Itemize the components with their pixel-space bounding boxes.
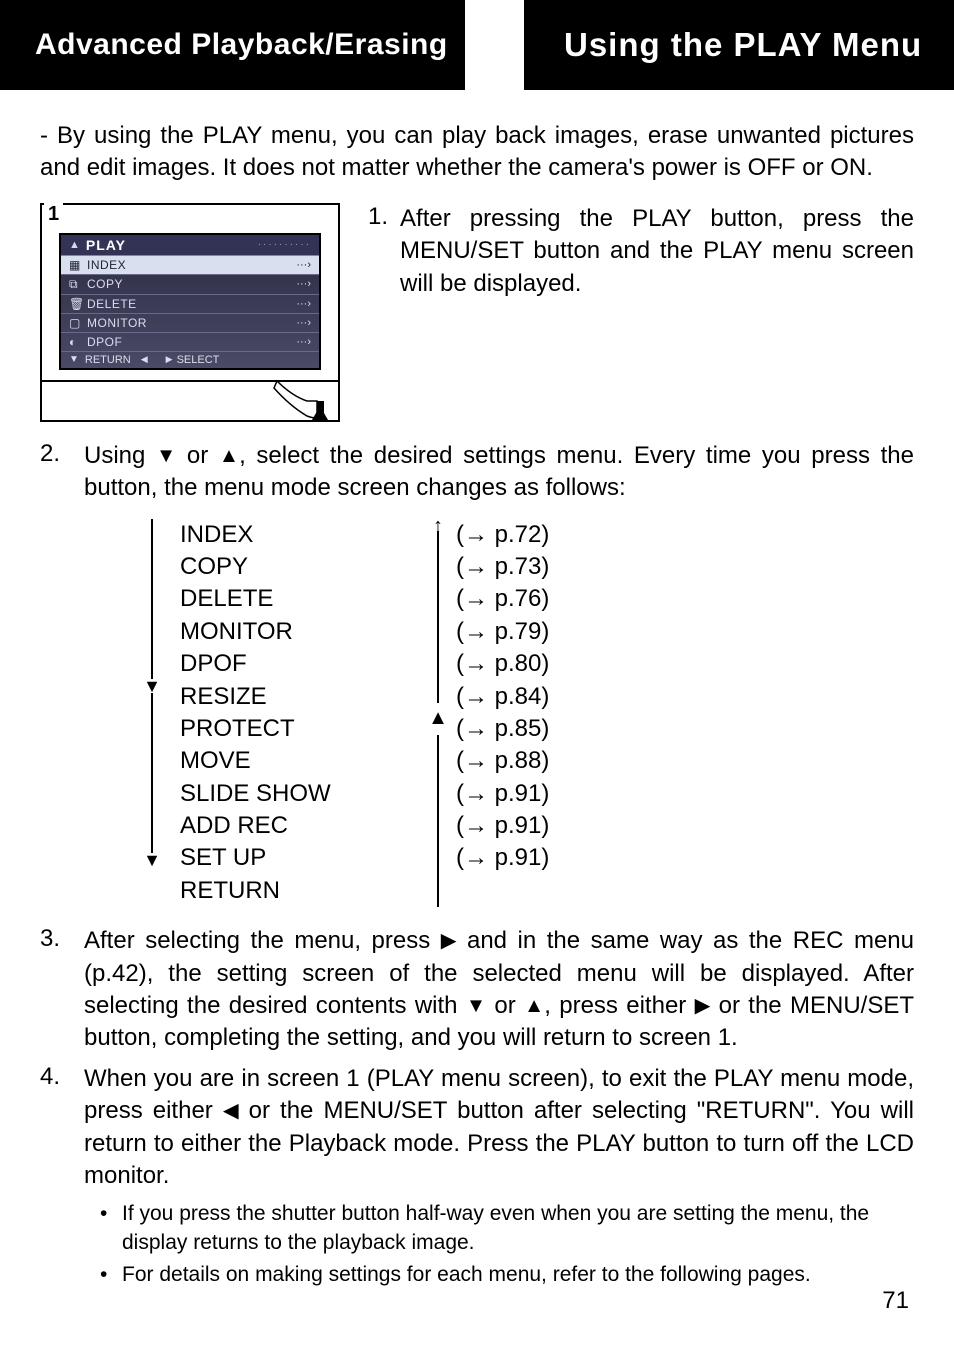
up-triangle-icon: ▲ <box>219 443 239 471</box>
header-right: Using the PLAY Menu <box>524 0 954 90</box>
lcd-menu-row: ⧉ COPY ···› <box>61 275 319 295</box>
step-number: 4. <box>40 1063 84 1193</box>
menu-item-name: COPY <box>180 551 420 583</box>
lcd-menu-row: 🗑 DELETE ···› <box>61 295 319 314</box>
lcd-row-label: DELETE <box>87 297 296 311</box>
menu-item-ref: (→ p.73) <box>456 551 549 583</box>
camera-corner-icon <box>272 376 332 426</box>
lcd-row-label: MONITOR <box>87 316 296 330</box>
menu-item-ref: (→ p.80) <box>456 648 549 680</box>
menu-item-ref: (→ p.91) <box>456 842 549 874</box>
up-triangle-icon: ▲ <box>524 993 544 1021</box>
step-2-text: Using ▼ or ▲, select the desired setting… <box>84 440 914 505</box>
page-number: 71 <box>882 1287 909 1315</box>
dpof-icon: ◐ <box>69 335 87 349</box>
lcd-return-label: RETURN <box>85 354 131 366</box>
more-icon: ···› <box>296 278 311 290</box>
step-number: 3. <box>40 925 84 1055</box>
grid-icon: ▦ <box>69 258 87 272</box>
left-tri-icon: ◀ <box>141 354 148 365</box>
down-caret-icon: ▼ <box>69 354 79 365</box>
text-fragment: Using <box>84 442 156 469</box>
bullet-text: For details on making settings for each … <box>122 1261 914 1289</box>
menu-item-name: DPOF <box>180 648 420 680</box>
lcd-menu-row: ▢ MONITOR ···› <box>61 314 319 333</box>
more-icon: ···› <box>296 336 311 348</box>
copy-icon: ⧉ <box>69 277 87 292</box>
right-triangle-icon: ▶ <box>441 928 457 956</box>
page-header: Advanced Playback/Erasing Using the PLAY… <box>0 0 954 90</box>
menu-item-name: MONITOR <box>180 616 420 648</box>
menu-item-ref: (→ p.85) <box>456 713 549 745</box>
step-4-text: When you are in screen 1 (PLAY menu scre… <box>84 1063 914 1193</box>
text-fragment: , press either <box>544 992 694 1019</box>
lcd-title-row: ▲ PLAY ·········· <box>61 235 319 256</box>
menu-item-name: INDEX <box>180 519 420 551</box>
up-triangle-icon: ▲ <box>428 707 448 730</box>
menu-item-ref: (→ p.76) <box>456 583 549 615</box>
menu-item-ref: (→ p.79) <box>456 616 549 648</box>
up-caret-icon: ▲ <box>69 239 80 251</box>
step-1-text: After pressing the PLAY button, press th… <box>400 203 914 422</box>
lcd-footer: ▼ RETURN ◀ ▶ SELECT <box>61 352 319 368</box>
text-fragment: or <box>176 442 219 469</box>
bullet-dot-icon: • <box>100 1200 122 1257</box>
menu-item-name: ADD REC <box>180 810 420 842</box>
bullet-dot-icon: • <box>100 1261 122 1289</box>
trash-icon: 🗑 <box>69 297 87 311</box>
menu-item-name: MOVE <box>180 745 420 777</box>
intro-paragraph: - By using the PLAY menu, you can play b… <box>40 120 914 185</box>
lcd-row-label: COPY <box>87 277 296 291</box>
lcd-illustration: 1 ▲ PLAY ·········· ▦ INDEX ···› ⧉ COPY <box>40 203 340 422</box>
menu-item-ref: (→ p.84) <box>456 681 549 713</box>
lcd-select-label: SELECT <box>177 354 220 366</box>
menu-item-name: PROTECT <box>180 713 420 745</box>
lcd-row-label: DPOF <box>87 335 296 349</box>
header-left: Advanced Playback/Erasing <box>0 0 465 90</box>
page-title: Using the PLAY Menu <box>564 26 922 64</box>
lcd-menu-row: ◐ DPOF ···› <box>61 333 319 352</box>
menu-item-name: SET UP <box>180 842 420 874</box>
menu-list-diagram: ▼ ▼ INDEXCOPYDELETEMONITORDPOFRESIZEPROT… <box>140 519 914 908</box>
bullet-item: • For details on making settings for eac… <box>100 1261 914 1289</box>
menu-item-name: RESIZE <box>180 681 420 713</box>
right-tri-icon: ▶ <box>166 354 173 365</box>
bullet-item: • If you press the shutter button half-w… <box>100 1200 914 1257</box>
menu-item-name: SLIDE SHOW <box>180 778 420 810</box>
monitor-icon: ▢ <box>69 316 87 330</box>
bullet-text: If you press the shutter button half-way… <box>122 1200 914 1257</box>
step-number: 1. <box>368 203 400 422</box>
menu-item-ref: (→ p.72) <box>456 519 549 551</box>
menu-item-ref: (→ p.91) <box>456 778 549 810</box>
section-title: Advanced Playback/Erasing <box>35 28 448 62</box>
lcd-title: PLAY <box>86 237 126 253</box>
step-number: 2. <box>40 440 84 505</box>
menu-item-ref: (→ p.91) <box>456 810 549 842</box>
more-icon: ···› <box>296 317 311 329</box>
more-icon: ···› <box>296 259 311 271</box>
step-3-text: After selecting the menu, press ▶ and in… <box>84 925 914 1055</box>
text-fragment: or <box>486 992 524 1019</box>
left-triangle-icon: ◀ <box>223 1098 239 1126</box>
more-icon: ···› <box>296 298 311 310</box>
menu-item-name: DELETE <box>180 583 420 615</box>
text-fragment: After selecting the menu, press <box>84 927 441 954</box>
menu-item-name: RETURN <box>180 875 420 907</box>
down-triangle-icon: ▼ <box>156 443 176 471</box>
lcd-row-label: INDEX <box>87 258 296 272</box>
dots-icon: ·········· <box>258 239 311 250</box>
right-triangle-icon: ▶ <box>695 993 711 1021</box>
figure-number: 1 <box>44 203 63 226</box>
lcd-menu-row: ▦ INDEX ···› <box>61 256 319 275</box>
menu-item-ref: (→ p.88) <box>456 745 549 777</box>
down-triangle-icon: ▼ <box>466 993 486 1021</box>
